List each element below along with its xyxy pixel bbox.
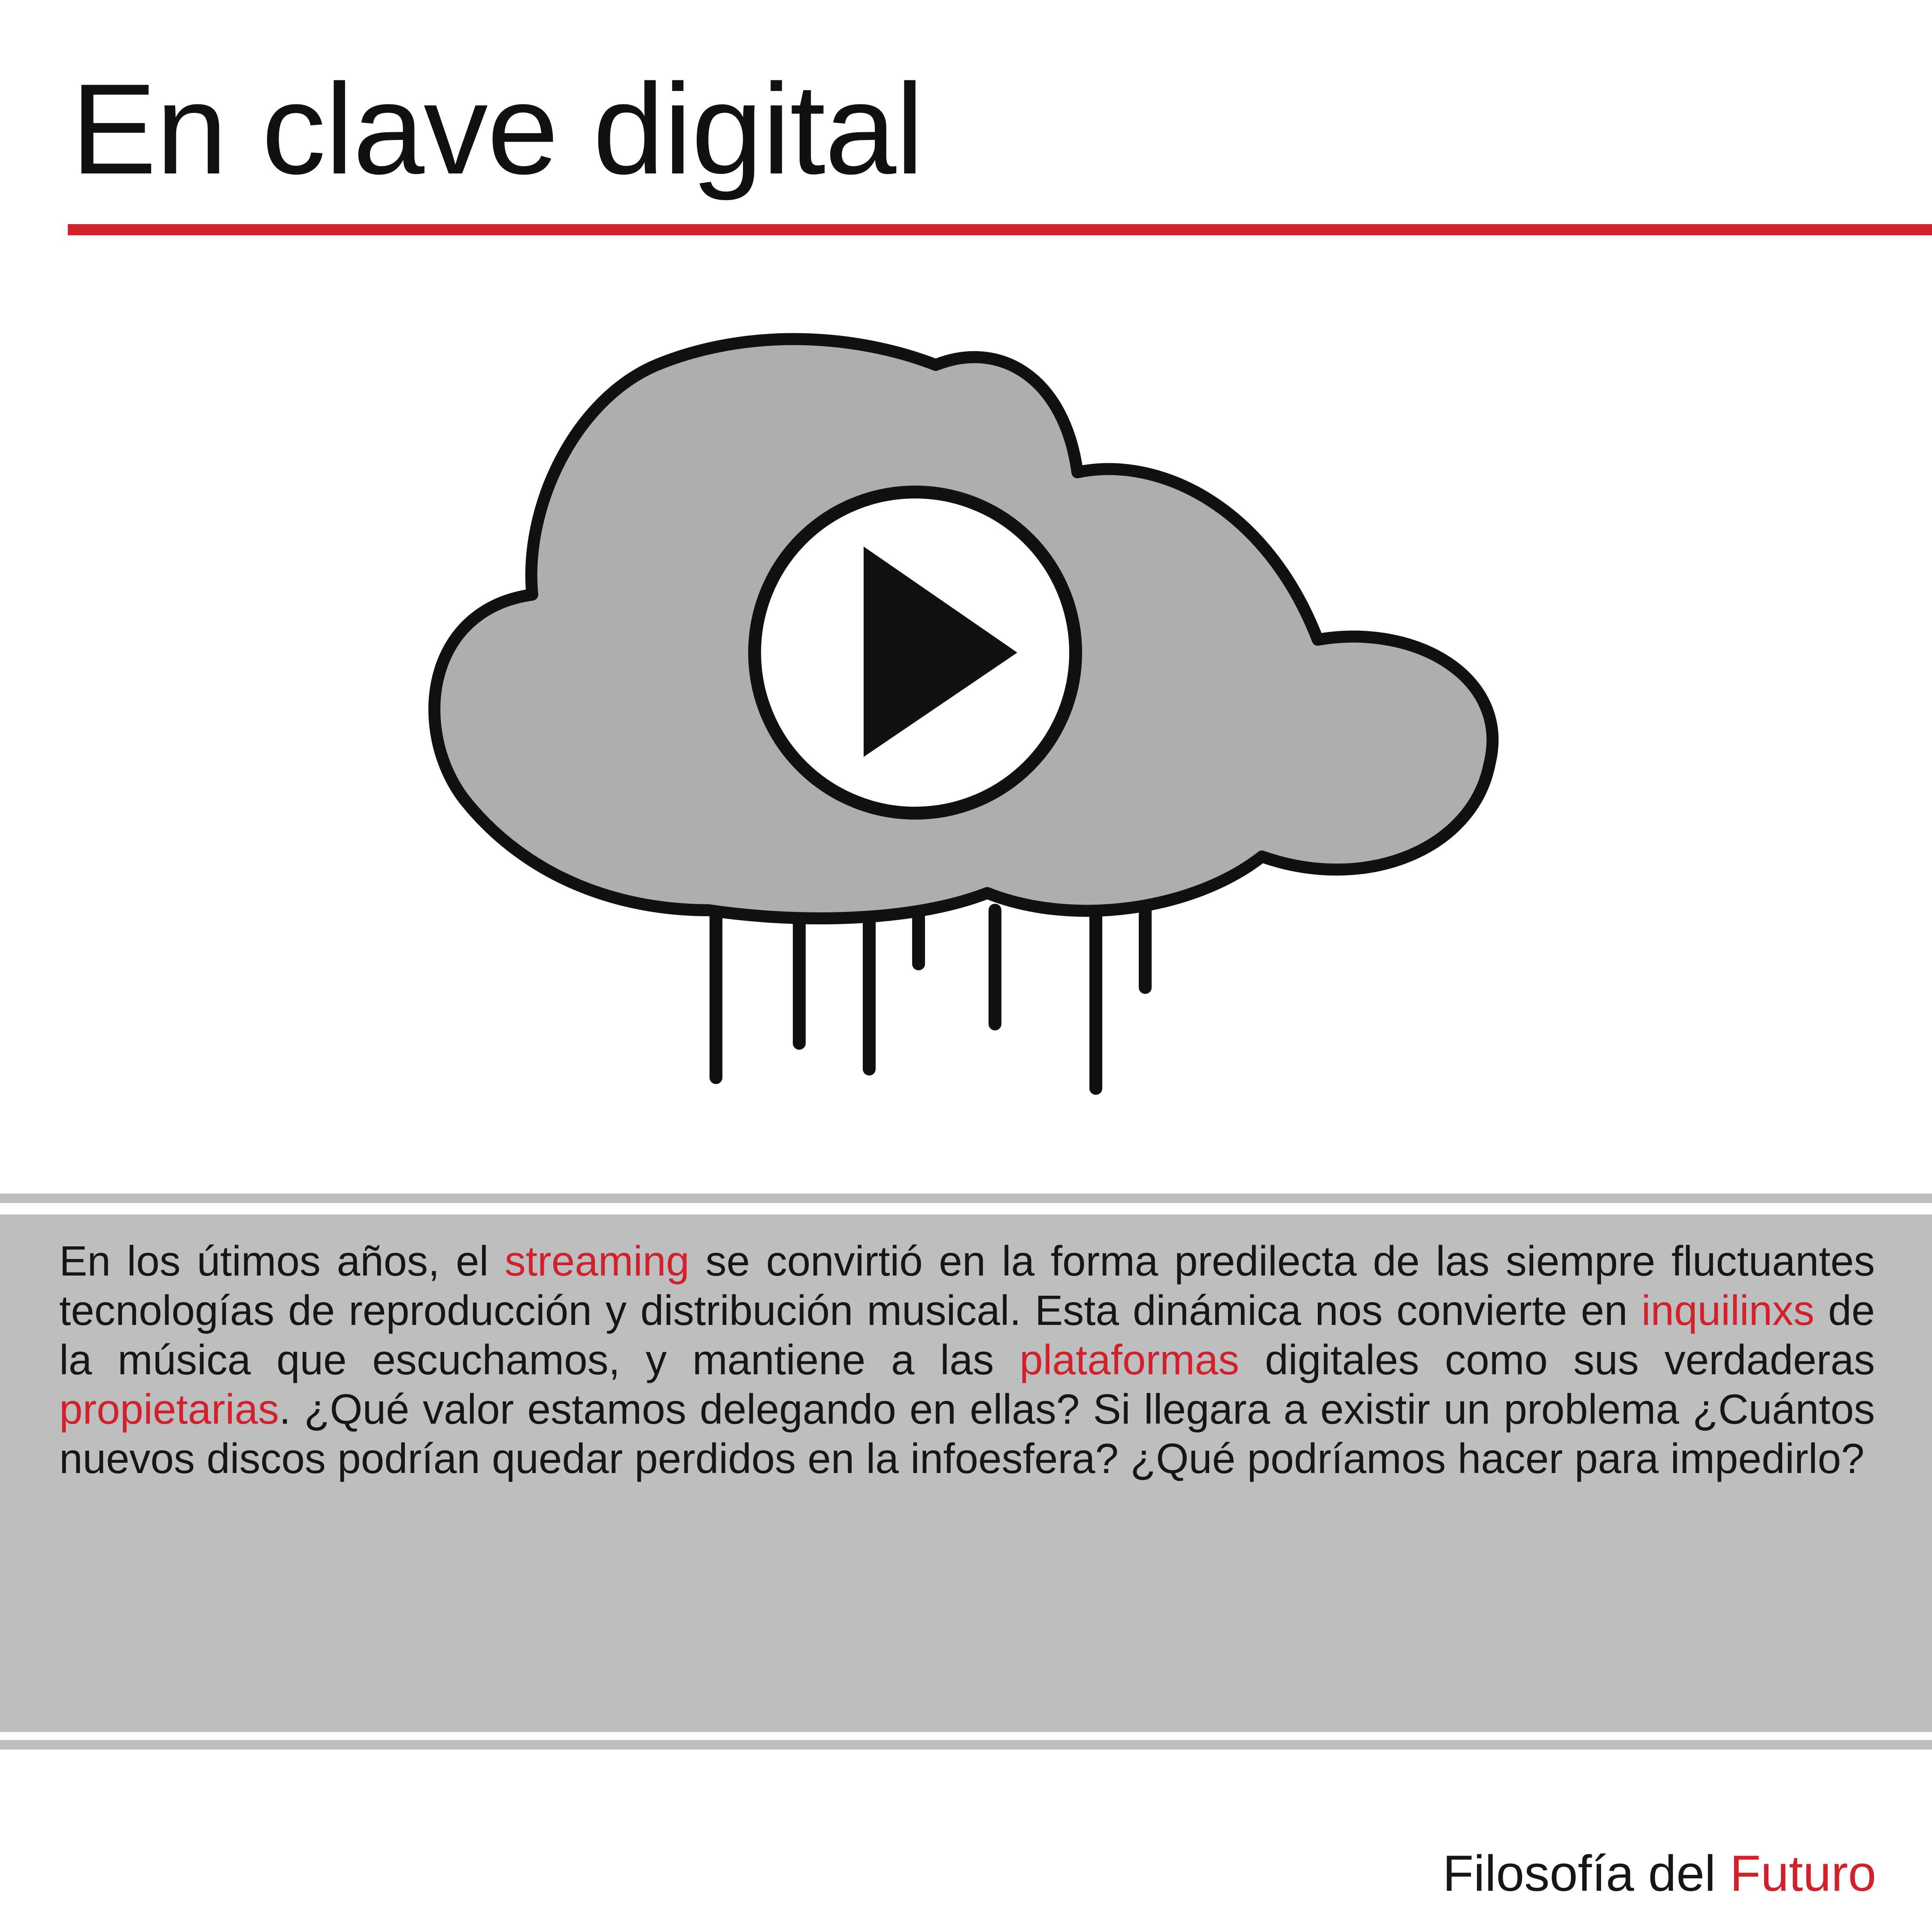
page-title: En clave digital bbox=[71, 57, 924, 201]
body-segment: . ¿Qué valor estamos del­egando en ellas… bbox=[59, 1385, 1875, 1482]
description-text: En los útimos años, el streaming se conv… bbox=[59, 1236, 1875, 1483]
footer-prefix: Filosofía del bbox=[1442, 1845, 1730, 1902]
body-segment: En los útimos años, el bbox=[59, 1237, 505, 1285]
highlighted-term: plataformas bbox=[1019, 1336, 1240, 1383]
title-divider bbox=[68, 224, 1932, 235]
highlighted-term: inquilinxs bbox=[1641, 1287, 1814, 1334]
highlighted-term: propietarias bbox=[59, 1385, 279, 1433]
footer-accent: Futuro bbox=[1729, 1845, 1876, 1902]
highlighted-term: streaming bbox=[504, 1237, 690, 1285]
cloud-play-icon bbox=[428, 333, 1499, 1095]
band-bottom-rule bbox=[0, 1740, 1932, 1750]
footer-signature: Filosofía del Futuro bbox=[1443, 1848, 1876, 1899]
band-top-rule bbox=[0, 1194, 1932, 1203]
body-segment: digitales como sus verdaderas bbox=[1239, 1336, 1875, 1383]
